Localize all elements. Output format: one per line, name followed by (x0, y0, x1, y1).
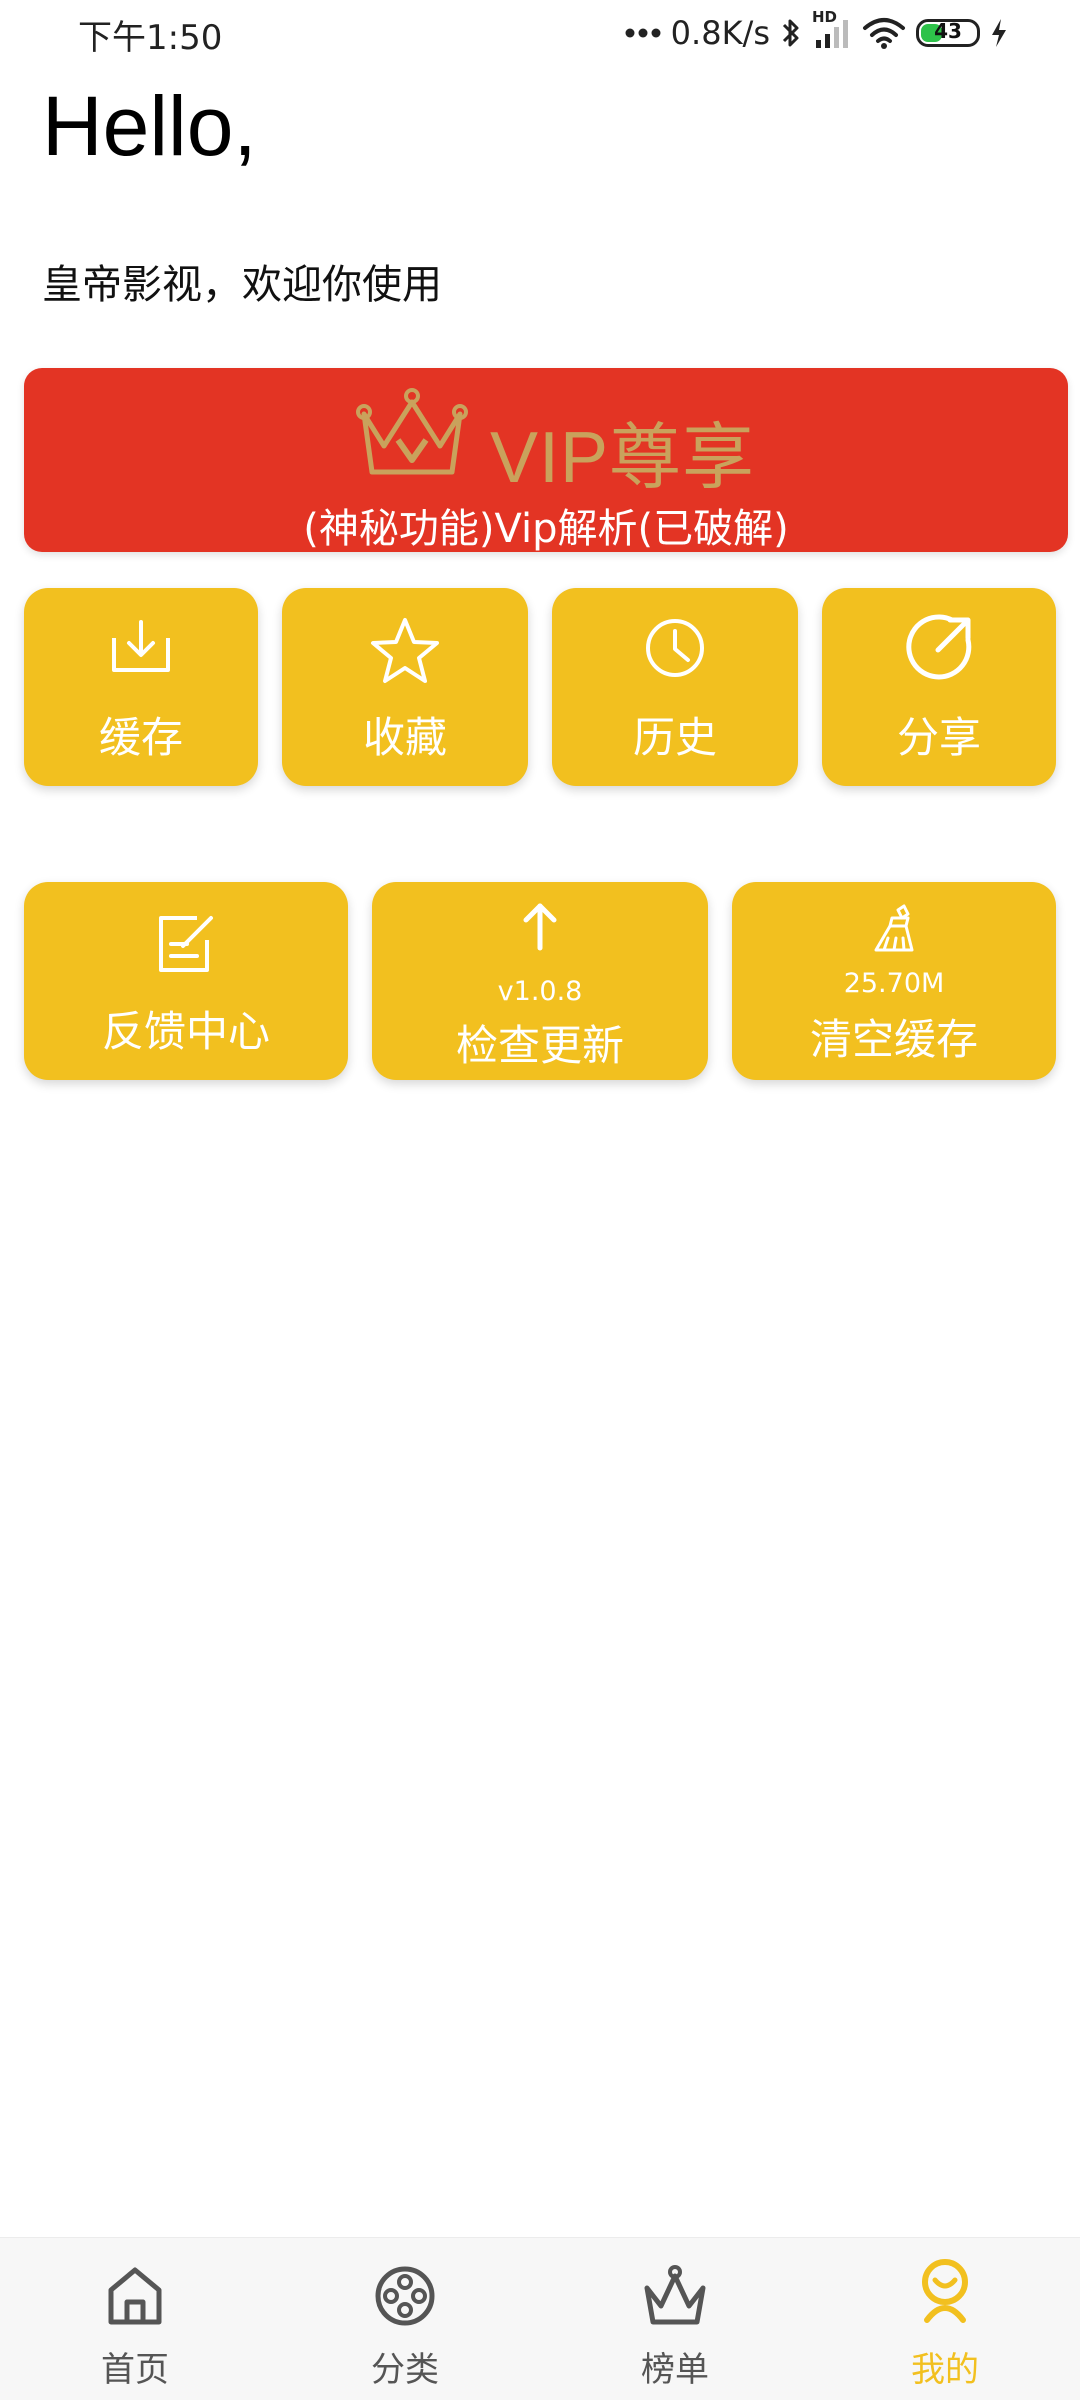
home-icon (0, 2264, 270, 2328)
person-icon (810, 2258, 1080, 2324)
broom-icon (732, 904, 1056, 956)
arrow-up-icon (372, 898, 708, 954)
crown-icon (356, 384, 468, 484)
cache-tile[interactable]: 缓存 (24, 588, 258, 786)
check-update-tile[interactable]: v1.0.8 检查更新 (372, 882, 708, 1080)
share-arrow-icon (822, 612, 1056, 686)
nav-home[interactable]: 首页 (0, 2238, 270, 2400)
battery-level: 43 (934, 19, 962, 43)
check-update-label: 检查更新 (455, 1021, 624, 1070)
clear-cache-label: 清空缓存 (809, 1015, 978, 1064)
wifi-icon (862, 16, 906, 50)
network-speed: 0.8K/s (670, 14, 770, 52)
nav-ranking[interactable]: 榜单 (540, 2238, 810, 2400)
nav-category[interactable]: 分类 (270, 2238, 540, 2400)
feedback-label: 反馈中心 (101, 1007, 270, 1056)
status-time: 下午1:50 (78, 18, 223, 58)
charging-bolt-icon (990, 18, 1008, 48)
crown-icon (540, 2264, 810, 2328)
history-tile[interactable]: 历史 (552, 588, 798, 786)
vip-banner[interactable]: VIP尊享 (神秘功能)Vip解析(已破解) (24, 368, 1068, 552)
star-icon (282, 616, 528, 684)
download-tray-icon (24, 618, 258, 676)
nav-ranking-label: 榜单 (641, 2350, 709, 2390)
greeting-title: Hello, (42, 79, 257, 173)
app-version: v1.0.8 (497, 976, 583, 1007)
more-dots-icon (625, 27, 661, 39)
cache-size: 25.70M (843, 968, 945, 999)
share-label: 分享 (896, 713, 981, 762)
vip-subtitle: (神秘功能)Vip解析(已破解) (303, 506, 789, 552)
nav-category-label: 分类 (371, 2350, 439, 2390)
clock-icon (552, 616, 798, 680)
cell-signal-icon: HD (812, 8, 852, 50)
feedback-tile[interactable]: 反馈中心 (24, 882, 348, 1080)
clear-cache-tile[interactable]: 25.70M 清空缓存 (732, 882, 1056, 1080)
status-bar: 下午1:50 0.8K/s HD 43 (0, 0, 1080, 66)
nav-home-label: 首页 (101, 2350, 169, 2390)
nav-mine-label: 我的 (911, 2350, 979, 2390)
hd-label: HD (812, 8, 838, 26)
greeting-subtitle: 皇帝影视，欢迎你使用 (42, 262, 442, 308)
bottom-nav: 首页 分类 榜单 我的 (0, 2237, 1080, 2400)
favorites-tile[interactable]: 收藏 (282, 588, 528, 786)
share-tile[interactable]: 分享 (822, 588, 1056, 786)
cache-label: 缓存 (98, 713, 183, 762)
status-indicators: 0.8K/s HD 43 (625, 8, 1008, 58)
nav-mine[interactable]: 我的 (810, 2238, 1080, 2400)
mine-screen: 下午1:50 0.8K/s HD 43 Hello, 皇帝影视，欢迎你使用 VI… (0, 0, 1080, 2400)
history-label: 历史 (632, 713, 717, 762)
bluetooth-icon (780, 16, 802, 50)
battery-icon: 43 (916, 19, 980, 47)
edit-note-icon (24, 912, 348, 976)
favorites-label: 收藏 (362, 713, 447, 762)
vip-title: VIP尊享 (490, 418, 756, 498)
film-reel-icon (270, 2264, 540, 2328)
